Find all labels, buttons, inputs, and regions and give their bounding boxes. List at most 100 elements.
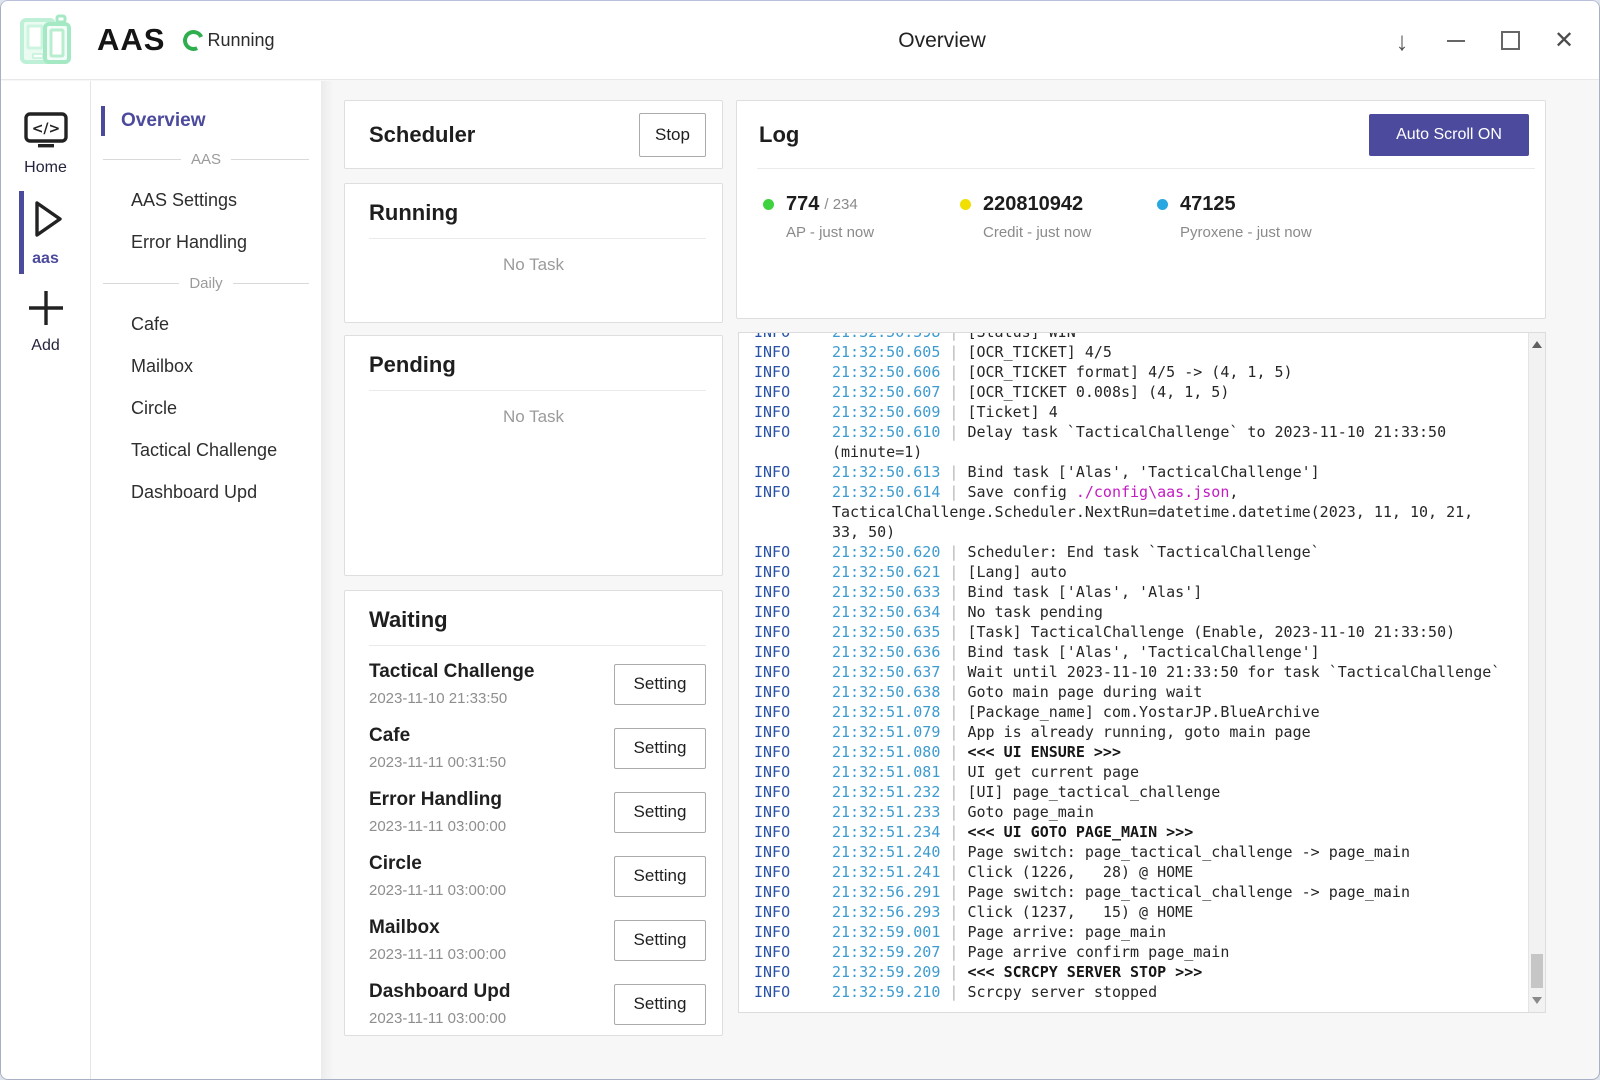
scrollbar-thumb[interactable] [1531,954,1543,988]
log-time: 21:32:50.636 [832,643,940,661]
nav-item-aas-settings[interactable]: AAS Settings [91,179,321,221]
log-message: Click (1237, 15) @ HOME [967,903,1193,921]
nav-item-cafe[interactable]: Cafe [91,303,321,345]
log-message: Goto page_main [967,803,1093,821]
task-setting-button[interactable]: Setting [614,920,706,961]
scroll-down-icon[interactable] [1532,997,1542,1004]
log-time: 21:32:50.634 [832,603,940,621]
log-line: INFO21:32:50.621 | [Lang] auto [739,562,1528,582]
stat-value: 220810942 [983,193,1083,216]
task-setting-button[interactable]: Setting [614,728,706,769]
task-name: Circle [369,853,506,875]
waiting-task-row: Dashboard Upd 2023-11-11 03:00:00 Settin… [369,972,706,1036]
nav-item-mailbox[interactable]: Mailbox [91,345,321,387]
log-line: INFO21:32:50.607 | [OCR_TICKET 0.008s] (… [739,382,1528,402]
rail-item-home[interactable]: </> Home [1,102,90,187]
rail-item-add[interactable]: Add [1,278,90,365]
task-next-run: 2023-11-10 21:33:50 [369,690,534,707]
log-level: INFO [754,622,790,642]
log-message: App is already running, goto main page [967,723,1310,741]
minimize-button[interactable] [1429,11,1483,71]
log-message: Scrcpy server stopped [967,983,1157,1001]
log-console[interactable]: INFO21:32:50.598 | [Status] WININFO21:32… [738,332,1546,1013]
log-time: 21:32:51.234 [832,823,940,841]
log-line: INFO21:32:59.207 | Page arrive confirm p… [739,942,1528,962]
log-time: 21:32:59.210 [832,983,940,1001]
task-setting-button[interactable]: Setting [614,792,706,833]
minimize-icon [1447,40,1465,42]
waiting-task-row: Error Handling 2023-11-11 03:00:00 Setti… [369,780,706,844]
task-setting-button[interactable]: Setting [614,856,706,897]
log-message: Click (1226, 28) @ HOME [967,863,1193,881]
task-name: Cafe [369,725,506,747]
log-line: INFO21:32:50.635 | [Task] TacticalChalle… [739,622,1528,642]
log-level: INFO [754,482,790,502]
log-level: INFO [754,942,790,962]
log-level: INFO [754,702,790,722]
log-level: INFO [754,982,790,1002]
log-level: INFO [754,462,790,482]
rail-item-aas[interactable]: aas [1,187,90,278]
log-time: 21:32:51.232 [832,783,940,801]
maximize-button[interactable] [1483,11,1537,71]
log-time: 21:32:50.638 [832,683,940,701]
close-icon: ✕ [1554,29,1574,53]
log-message: Wait until 2023-11-10 21:33:50 for task … [967,663,1500,681]
task-setting-button[interactable]: Setting [614,664,706,705]
maximize-icon [1501,31,1520,50]
log-time: 21:32:59.207 [832,943,940,961]
app-window: AAS Running Overview ↓ ✕ </> Home [0,0,1600,1080]
log-line: INFO21:32:50.638 | Goto main page during… [739,682,1528,702]
log-time: 21:32:51.079 [832,723,940,741]
stop-button[interactable]: Stop [639,113,706,157]
waiting-task-row: Circle 2023-11-11 03:00:00 Setting [369,844,706,908]
log-time: 21:32:51.240 [832,843,940,861]
log-message: [UI] page_tactical_challenge [967,783,1220,801]
log-time: 21:32:50.614 [832,483,940,501]
log-time: 21:32:51.241 [832,863,940,881]
log-time: 21:32:50.637 [832,663,940,681]
rail-item-label: aas [1,250,90,268]
log-level: INFO [754,922,790,942]
log-message: Bind task ['Alas', 'TacticalChallenge'] [967,463,1319,481]
nav-item-circle[interactable]: Circle [91,387,321,429]
task-name: Tactical Challenge [369,661,534,683]
log-scroll-area: INFO21:32:50.598 | [Status] WININFO21:32… [739,333,1528,1012]
log-line: INFO21:32:50.636 | Bind task ['Alas', 'T… [739,642,1528,662]
log-time: 21:32:56.293 [832,903,940,921]
title-bar: AAS Running Overview ↓ ✕ [1,1,1599,80]
nav-group-label: AAS [181,151,231,168]
divider [369,390,706,391]
log-scrollbar[interactable] [1528,333,1545,1012]
log-line: INFO21:32:50.613 | Bind task ['Alas', 'T… [739,462,1528,482]
task-info: Tactical Challenge 2023-11-10 21:33:50 [369,661,534,707]
update-download-button[interactable]: ↓ [1375,11,1429,71]
log-level: INFO [754,882,790,902]
scroll-up-icon[interactable] [1532,341,1542,348]
log-line: INFO21:32:56.291 | Page switch: page_tac… [739,882,1528,902]
log-title: Log [759,122,799,148]
log-level: INFO [754,742,790,762]
app-logo-icon [13,9,79,71]
log-line: INFO21:32:50.637 | Wait until 2023-11-10… [739,662,1528,682]
log-message: Bind task ['Alas', 'Alas'] [967,583,1202,601]
auto-scroll-toggle[interactable]: Auto Scroll ON [1369,114,1529,156]
task-setting-button[interactable]: Setting [614,984,706,1025]
task-name: Error Handling [369,789,506,811]
nav-item-error-handling[interactable]: Error Handling [91,221,321,263]
log-time: 21:32:50.598 [832,333,940,341]
log-message: Bind task ['Alas', 'TacticalChallenge'] [967,643,1319,661]
status-dot-icon [960,199,971,210]
log-panel: Log Auto Scroll ON 774 / 234 AP - just n… [736,100,1546,319]
log-line: INFO21:32:50.614 | Save config ./config\… [739,482,1528,542]
running-panel: Running No Task [344,183,723,323]
page-title: Overview [642,1,1242,80]
nav-item-tactical-challenge[interactable]: Tactical Challenge [91,429,321,471]
nav-item-overview[interactable]: Overview [91,103,321,139]
close-button[interactable]: ✕ [1537,11,1591,71]
window-controls: ↓ ✕ [1375,1,1591,80]
nav-scrollbar-gutter[interactable] [321,81,338,1079]
nav-item-dashboard-upd[interactable]: Dashboard Upd [91,471,321,513]
divider [103,283,179,284]
waiting-task-list: Tactical Challenge 2023-11-10 21:33:50 S… [345,646,722,1036]
